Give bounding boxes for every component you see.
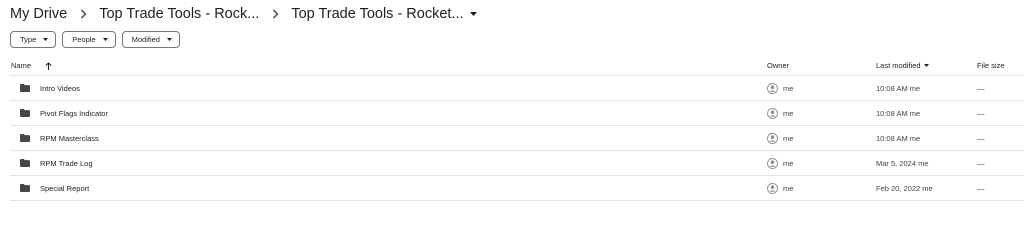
- row-owner: me: [783, 108, 794, 118]
- breadcrumb-parent-folder[interactable]: Top Trade Tools - Rock...: [99, 6, 259, 22]
- row-modified: 10:08 AM me: [876, 108, 921, 118]
- filter-type-label: Type: [20, 35, 37, 44]
- row-size: —: [977, 133, 985, 143]
- row-modified: Feb 20, 2022 me: [876, 183, 933, 193]
- chevron-right-icon: [80, 9, 87, 19]
- caret-down-icon: [469, 12, 477, 16]
- filter-bar: Type People Modified: [10, 31, 180, 48]
- file-list: Name Owner Last modified File size Intro…: [10, 56, 1024, 201]
- account-circle-icon: [767, 182, 778, 194]
- table-row[interactable]: RPM Trade Log me Mar 5, 2024 me —: [10, 151, 1024, 176]
- row-owner: me: [783, 133, 794, 143]
- column-header-file-size[interactable]: File size: [977, 56, 1005, 75]
- caret-down-icon: [102, 38, 108, 41]
- row-modified: 10:08 AM me: [876, 133, 921, 143]
- filter-people-label: People: [72, 35, 96, 44]
- account-circle-icon: [767, 82, 778, 94]
- folder-icon: [20, 84, 30, 92]
- caret-down-icon: [43, 38, 49, 41]
- folder-icon: [20, 184, 30, 192]
- row-owner-cell: me: [767, 76, 793, 100]
- row-modified: Mar 5, 2024 me: [876, 158, 929, 168]
- row-name: Intro Videos: [40, 83, 80, 93]
- column-name-label: Name: [11, 61, 32, 70]
- account-circle-icon: [767, 107, 778, 119]
- row-owner-cell: me: [767, 151, 793, 175]
- row-name: Special Report: [40, 183, 90, 193]
- caret-down-icon: [166, 38, 172, 41]
- row-name: RPM Trade Log: [40, 158, 93, 168]
- breadcrumb: My Drive Top Trade Tools - Rock... Top T…: [10, 4, 477, 24]
- column-header-owner[interactable]: Owner: [767, 56, 789, 75]
- row-size: —: [977, 83, 985, 93]
- column-header-last-modified[interactable]: Last modified: [876, 56, 929, 75]
- column-modified-label: Last modified: [876, 61, 921, 70]
- table-row[interactable]: RPM Masterclass me 10:08 AM me —: [10, 126, 1024, 151]
- row-owner: me: [783, 158, 794, 168]
- account-circle-icon: [767, 132, 778, 144]
- breadcrumb-my-drive[interactable]: My Drive: [10, 6, 67, 22]
- folder-icon: [20, 134, 30, 142]
- folder-icon: [20, 109, 30, 117]
- table-row[interactable]: Special Report me Feb 20, 2022 me —: [10, 176, 1024, 201]
- row-name-cell: RPM Masterclass: [20, 126, 99, 150]
- row-size: —: [977, 158, 985, 168]
- breadcrumb-current-folder[interactable]: Top Trade Tools - Rocket...: [291, 6, 477, 22]
- row-owner: me: [783, 183, 794, 193]
- row-owner-cell: me: [767, 126, 793, 150]
- row-size: —: [977, 183, 985, 193]
- column-header-name[interactable]: Name: [11, 56, 52, 75]
- row-name-cell: Special Report: [20, 176, 89, 200]
- filter-modified-label: Modified: [131, 35, 160, 44]
- table-header: Name Owner Last modified File size: [10, 56, 1024, 76]
- row-owner: me: [783, 83, 794, 93]
- row-owner-cell: me: [767, 176, 793, 200]
- filter-modified-button[interactable]: Modified: [121, 31, 180, 48]
- account-circle-icon: [767, 157, 778, 169]
- filter-people-button[interactable]: People: [62, 31, 116, 48]
- row-name-cell: Pivot Flags Indicator: [20, 101, 108, 125]
- column-size-label: File size: [977, 61, 1005, 70]
- caret-down-icon: [923, 64, 929, 67]
- row-name-cell: RPM Trade Log: [20, 151, 93, 175]
- filter-type-button[interactable]: Type: [10, 31, 57, 48]
- table-row[interactable]: Pivot Flags Indicator me 10:08 AM me —: [10, 101, 1024, 126]
- row-modified: 10:08 AM me: [876, 83, 921, 93]
- row-owner-cell: me: [767, 101, 793, 125]
- breadcrumb-current-label: Top Trade Tools - Rocket...: [291, 6, 464, 22]
- row-name: Pivot Flags Indicator: [40, 108, 108, 118]
- arrow-up-icon[interactable]: [45, 61, 52, 70]
- column-owner-label: Owner: [767, 61, 790, 70]
- folder-icon: [20, 159, 30, 167]
- chevron-right-icon: [272, 9, 279, 19]
- table-row[interactable]: Intro Videos me 10:08 AM me —: [10, 76, 1024, 101]
- row-name-cell: Intro Videos: [20, 76, 80, 100]
- row-name: RPM Masterclass: [40, 133, 99, 143]
- row-size: —: [977, 108, 985, 118]
